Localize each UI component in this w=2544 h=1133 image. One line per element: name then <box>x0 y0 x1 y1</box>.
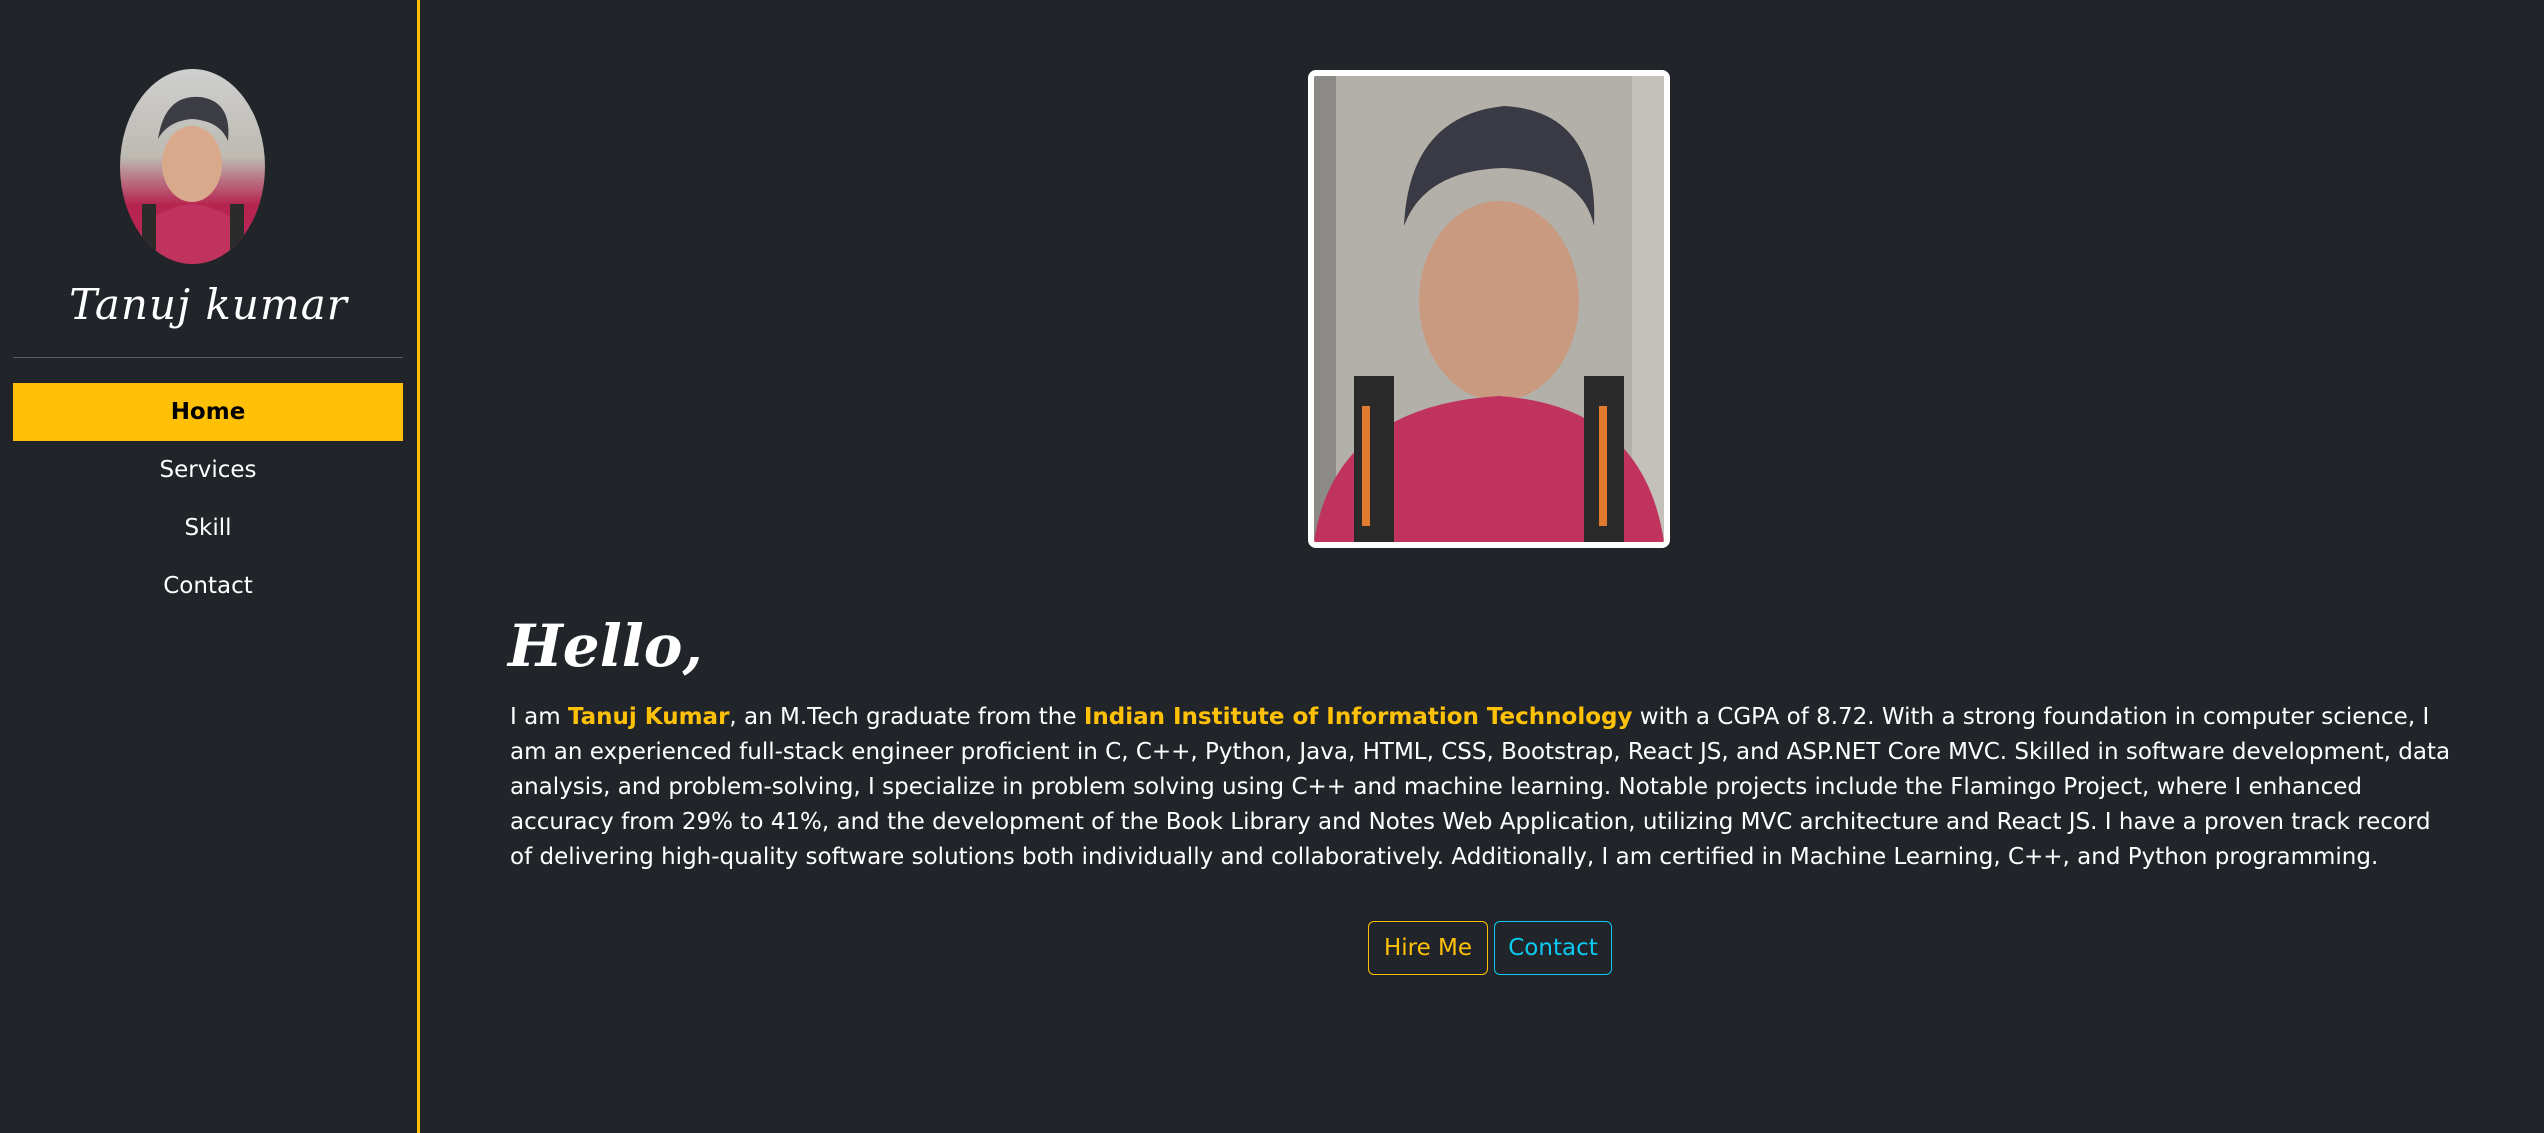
bio-text-intro: I am <box>510 704 568 730</box>
avatar-portrait-icon <box>130 96 255 264</box>
nav-item-services[interactable]: Services <box>13 441 403 499</box>
hire-me-button[interactable]: Hire Me <box>1368 921 1488 975</box>
nav-item-contact[interactable]: Contact <box>13 557 403 615</box>
page: Tanuj kumar Home Services Skill Contact <box>0 0 2544 1133</box>
brand-name: Tanuj kumar <box>69 280 348 329</box>
bio-text-middle: , an M.Tech graduate from the <box>729 704 1084 730</box>
nav-item-home[interactable]: Home <box>13 383 403 441</box>
bio-name-highlight: Tanuj Kumar <box>567 704 730 730</box>
profile-portrait-icon <box>1314 76 1664 542</box>
avatar <box>120 69 265 264</box>
profile-photo <box>1308 70 1670 548</box>
bio-paragraph: I am Tanuj Kumar, an M.Tech graduate fro… <box>510 700 2460 875</box>
sidebar: Tanuj kumar Home Services Skill Contact <box>0 0 420 1133</box>
bio-institute-highlight: Indian Institute of Information Technolo… <box>1083 704 1633 730</box>
nav-item-skill[interactable]: Skill <box>13 499 403 557</box>
contact-button[interactable]: Contact <box>1494 921 1612 975</box>
sidebar-nav: Home Services Skill Contact <box>13 383 403 615</box>
greeting-heading: Hello, <box>508 612 703 680</box>
sidebar-divider <box>13 357 403 358</box>
